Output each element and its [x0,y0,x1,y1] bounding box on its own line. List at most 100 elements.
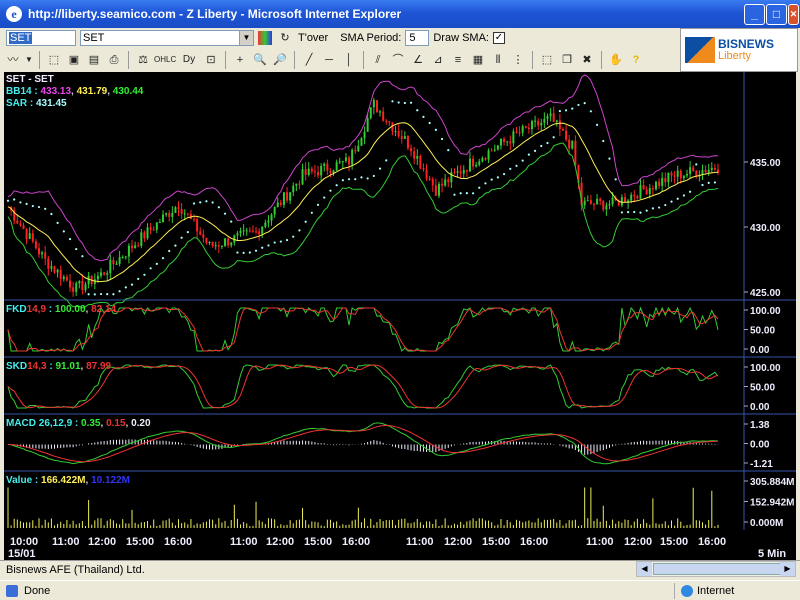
candle-body [193,218,196,220]
sar-dot [366,177,369,180]
candle-body [410,148,413,152]
chevron-down-icon[interactable]: ▼ [239,31,253,45]
indicator-icon[interactable]: ⚖ [134,51,152,69]
help-icon[interactable]: ? [627,51,645,69]
zoom-out-icon[interactable]: 🔎 [271,51,289,69]
candle-body [177,207,180,209]
candle-body [19,223,22,226]
maximize-button[interactable]: □ [766,4,787,25]
channel-icon[interactable]: ⫽ [369,51,387,69]
sar-dot [657,206,661,209]
sar-dot [639,211,642,214]
horizontal-line-icon[interactable]: ─ [320,51,338,69]
sar-dot [509,167,512,170]
sar-dot [292,235,295,238]
candle-body [224,238,227,246]
x-tick-label: 15:00 [660,536,688,548]
open-icon[interactable]: ▤ [85,51,103,69]
sar-dot [577,103,580,107]
candle-body [106,273,109,275]
draw-sma-checkbox[interactable]: ✓ [492,32,505,44]
arc-icon[interactable]: ⌒ [389,51,407,69]
candle-body [31,233,34,242]
sar-dot [695,163,698,166]
hand-icon[interactable]: ✋ [607,51,625,69]
candle-body [313,171,316,173]
candle-body [558,120,561,130]
save-icon[interactable]: ▣ [65,51,83,69]
sar-dot [620,211,623,214]
delete-icon[interactable]: ✖ [578,51,596,69]
sar-dot [155,262,158,266]
candle-body [75,283,78,292]
sar-dot [149,267,152,270]
separator [225,51,226,69]
minimize-button[interactable]: _ [744,4,765,25]
time-zone-icon[interactable]: ⋮ [509,51,527,69]
candle-body [509,141,512,144]
sar-dot [515,164,518,167]
crosshair-icon[interactable]: + [231,51,249,69]
sar-dot [614,178,617,181]
sar-dot [453,193,456,196]
dy-icon[interactable]: Dy [178,51,200,69]
color-palette-icon[interactable] [258,31,272,45]
symbol-combo[interactable]: SET ▼ [80,30,254,46]
sar-dot [211,201,214,204]
sar-dot [701,183,704,187]
candle-body [258,231,261,235]
grid-icon[interactable]: ▦ [469,51,487,69]
cycle-icon[interactable]: ⫴ [489,51,507,69]
sar-dot [285,238,289,242]
fit-icon[interactable]: ⊡ [202,51,220,69]
sar-dot [323,196,326,199]
candle-body [450,172,453,183]
close-button[interactable]: ✕ [788,4,799,25]
candle-body [121,257,124,259]
candle-body [115,263,118,265]
vertical-line-icon[interactable]: │ [340,51,358,69]
chart-area[interactable]: 435.00 430.00 425.00 100.00 50.00 0.00 100.00 5… [4,72,796,560]
select-icon[interactable]: ⬚ [538,51,556,69]
sar-dot [137,277,140,280]
scroll-thumb[interactable] [653,563,781,575]
candle-body [620,197,623,206]
horizontal-scrollbar[interactable]: ◀ ▶ [636,561,796,577]
x-tick-label: 11:00 [230,536,258,548]
sar-dot [261,246,264,249]
candle-body [100,272,103,276]
candle-body [400,136,403,139]
zoom-in-icon[interactable]: 🔍 [251,51,269,69]
volume-readout: Value : 166.422M, 10.122M [6,475,130,486]
symbol-input[interactable]: SET [6,30,76,46]
fibonacci-icon[interactable]: ≡ [449,51,467,69]
trend-line-icon[interactable]: ╱ [300,51,318,69]
candle-body [326,163,329,171]
candle-body [654,181,657,190]
skd-axis-tick-label: 0.00 [750,402,770,413]
ohlc-icon[interactable]: OHLC [154,51,176,69]
scroll-right-icon[interactable]: ▶ [780,562,795,576]
candle-body [521,126,524,133]
candle-body [127,245,130,257]
window-title-bar: e http://liberty.seamico.com - Z Liberty… [0,0,800,28]
chevron-down-icon[interactable]: ▼ [24,51,34,69]
sar-dot [496,176,499,179]
print-icon[interactable]: ⎙ [105,51,123,69]
scroll-left-icon[interactable]: ◀ [637,562,652,576]
refresh-icon[interactable]: ↻ [276,29,294,47]
x-tick-label: 11:00 [52,536,80,548]
copy-icon[interactable]: ❐ [558,51,576,69]
candle-body [202,234,205,238]
speed-line-icon[interactable]: ⊿ [429,51,447,69]
chart-type-icon[interactable]: 〰 [4,51,22,69]
fan-icon[interactable]: ∠ [409,51,427,69]
macd-line [7,422,719,465]
pointer-icon[interactable]: ⬚ [45,51,63,69]
sar-dot [192,202,196,205]
sar-dot [316,203,320,206]
candle-body [62,276,65,280]
candle-body [134,245,137,249]
sma-period-input[interactable]: 5 [405,30,430,46]
x-tick-label: 12:00 [624,536,652,548]
